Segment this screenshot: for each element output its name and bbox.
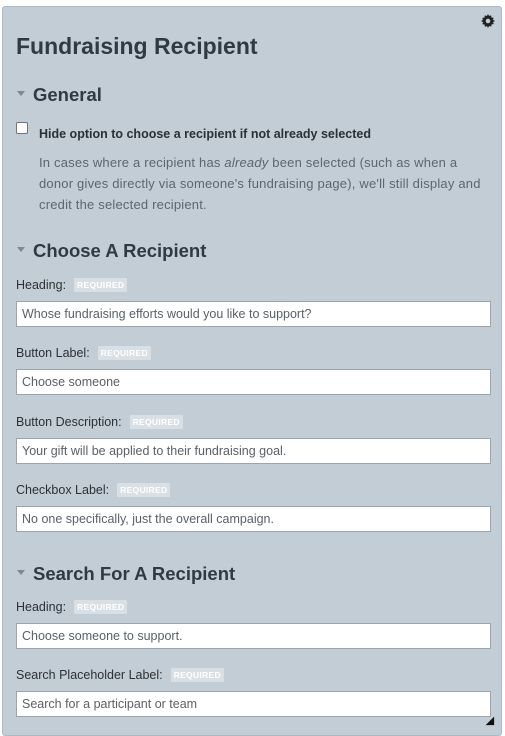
section-choose-toggle[interactable]: Choose A Recipient (17, 240, 206, 262)
choose-heading-label: Heading: REQUIRED (16, 278, 128, 292)
required-badge: REQUIRED (74, 600, 128, 614)
search-placeholder-label: Search Placeholder Label: REQUIRED (16, 668, 224, 682)
required-badge: REQUIRED (170, 668, 224, 682)
checkbox-label-input[interactable] (16, 506, 491, 532)
required-badge: REQUIRED (97, 346, 151, 360)
section-search-heading: Search For A Recipient (33, 563, 236, 584)
general-description: In cases where a recipient has already b… (39, 155, 481, 212)
required-badge: REQUIRED (74, 278, 128, 292)
choose-heading-input[interactable] (16, 301, 491, 327)
page-title: Fundraising Recipient (16, 33, 258, 59)
hide-option-label[interactable]: Hide option to choose a recipient if not… (39, 127, 371, 141)
gear-icon[interactable] (481, 14, 495, 28)
checkbox-label-label: Checkbox Label: REQUIRED (16, 483, 171, 497)
section-general-toggle[interactable]: General (17, 84, 102, 106)
section-choose-heading: Choose A Recipient (33, 240, 207, 261)
button-label-input[interactable] (16, 369, 491, 395)
section-search-toggle[interactable]: Search For A Recipient (17, 563, 235, 585)
hide-option-checkbox[interactable] (16, 122, 28, 134)
fundraising-recipient-panel: Fundraising Recipient General Hide optio… (2, 6, 502, 736)
collapse-triangle-icon (17, 90, 25, 96)
button-description-label: Button Description: REQUIRED (16, 415, 183, 429)
search-placeholder-input[interactable] (16, 691, 491, 717)
button-description-input[interactable] (16, 438, 491, 464)
collapse-triangle-icon (17, 569, 25, 575)
required-badge: REQUIRED (117, 483, 171, 497)
search-heading-label: Heading: REQUIRED (16, 600, 128, 614)
required-badge: REQUIRED (129, 415, 183, 429)
collapse-triangle-icon (17, 246, 25, 252)
section-general-heading: General (33, 84, 102, 105)
button-label-label: Button Label: REQUIRED (16, 346, 151, 360)
search-heading-input[interactable] (16, 623, 491, 649)
